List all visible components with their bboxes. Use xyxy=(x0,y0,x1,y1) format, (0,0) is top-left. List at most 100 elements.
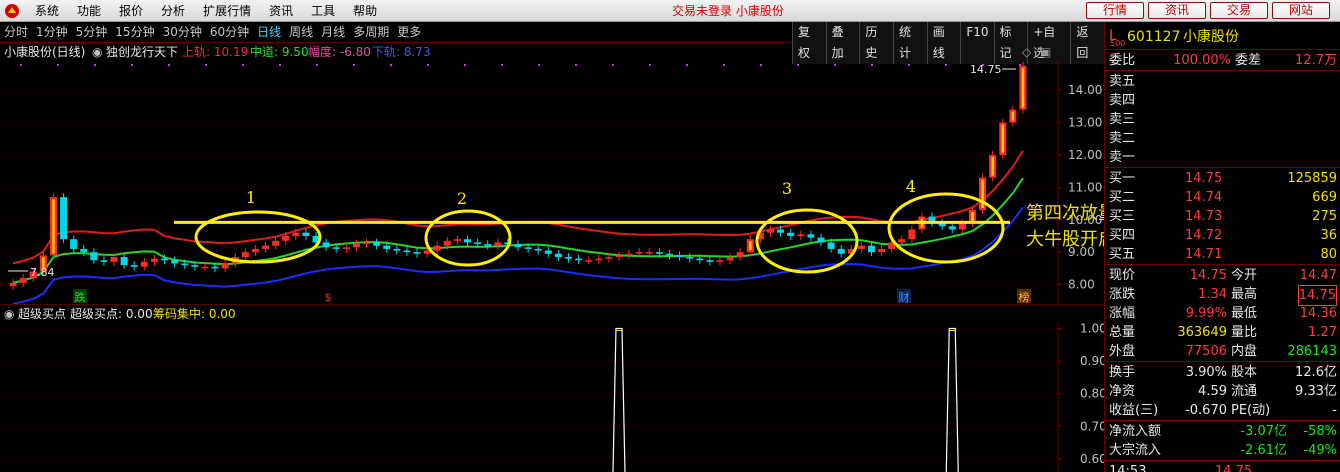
y-tick-label: 8.00 xyxy=(1068,278,1095,292)
bid-row[interactable]: 买四 14.72 36 xyxy=(1105,226,1340,245)
candle-body xyxy=(373,242,381,246)
menu-item-quote[interactable]: 报价 xyxy=(110,0,152,22)
tab-30min[interactable]: 30分钟 xyxy=(159,22,206,43)
sub-y-tick-label: 0.70 xyxy=(1080,419,1104,433)
bid-row[interactable]: 买三 14.73 275 xyxy=(1105,207,1340,226)
signal-dot xyxy=(464,64,466,66)
y-tick-label: 14.00 xyxy=(1068,83,1102,97)
money-flow-row: 净流入额 -3.07亿 -58% xyxy=(1105,422,1340,441)
quotes-button[interactable]: 行情 xyxy=(1086,2,1144,19)
sub-y-tick-label: 0.60 xyxy=(1080,452,1104,466)
tab-5min[interactable]: 5分钟 xyxy=(72,22,112,43)
fund-label: 净资 xyxy=(1109,384,1136,399)
signal-dot xyxy=(723,64,725,66)
fund-value: 4.59 xyxy=(1198,384,1227,399)
ask-label: 卖五 xyxy=(1109,74,1136,89)
candle-body xyxy=(534,248,542,251)
tab-more[interactable]: 更多 xyxy=(393,22,425,43)
candle-body xyxy=(453,239,461,241)
bid-label: 买五 xyxy=(1109,247,1136,262)
candle-body xyxy=(878,248,886,253)
y-tick-label: 10.00 xyxy=(1068,213,1102,227)
sub-indicator-name[interactable]: 超级买点 xyxy=(18,305,66,323)
bid-row[interactable]: 买一 14.75 125859 xyxy=(1105,169,1340,188)
event-marker[interactable]: 财 xyxy=(899,290,910,304)
stat-value: 9.99% xyxy=(1185,306,1227,321)
ask-row[interactable]: 卖三 xyxy=(1105,110,1340,129)
test-circle[interactable] xyxy=(194,210,322,264)
candle-body xyxy=(908,229,916,240)
sub-y-tick-label: 0.90 xyxy=(1080,354,1104,368)
signal-dot xyxy=(427,64,429,66)
sub-collapse-icon[interactable]: ◉ xyxy=(4,305,14,323)
bid-row[interactable]: 买五 14.71 80 xyxy=(1105,245,1340,264)
tab-weekly[interactable]: 周线 xyxy=(285,22,317,43)
sub-indicator-header: ◉ 超级买点 超级买点: 0.00 筹码集中: 0.00 xyxy=(0,304,1104,322)
candle-body xyxy=(645,252,653,254)
ask-row[interactable]: 卖五 xyxy=(1105,72,1340,91)
candle-body xyxy=(797,234,805,236)
test-circle[interactable] xyxy=(887,192,1005,264)
signal-dot xyxy=(686,64,688,66)
volume-highlight xyxy=(1001,124,1004,153)
tab-daily[interactable]: 日线 xyxy=(253,22,285,43)
sub-indicator-chart[interactable]: 1.00 0.90 0.80 0.70 0.60 xyxy=(0,322,1104,472)
candle-body xyxy=(655,252,663,254)
diamond-icon[interactable]: ◇ xyxy=(1022,43,1031,61)
candle-body xyxy=(635,252,643,254)
window-icon[interactable]: ▣ xyxy=(1040,43,1051,61)
menu-item-help[interactable]: 帮助 xyxy=(344,0,386,22)
news-button[interactable]: 资讯 xyxy=(1148,2,1206,19)
tab-15min[interactable]: 15分钟 xyxy=(111,22,158,43)
ask-label: 卖四 xyxy=(1109,93,1136,108)
menu-item-analysis[interactable]: 分析 xyxy=(152,0,194,22)
volume-highlight xyxy=(1021,67,1025,108)
fund-value: -0.670 xyxy=(1185,403,1227,418)
fund-value: 3.90% xyxy=(1185,365,1227,380)
candle-body xyxy=(706,260,714,262)
menu-item-extended-quotes[interactable]: 扩展行情 xyxy=(194,0,260,22)
stat-value: 1.27 xyxy=(1308,325,1337,340)
menu-item-info[interactable]: 资讯 xyxy=(260,0,302,22)
candle-body xyxy=(90,252,98,261)
signal-dot xyxy=(575,64,577,66)
sub-y-tick-label: 0.80 xyxy=(1080,387,1104,401)
indicator-name[interactable]: 独创龙行天下 xyxy=(106,43,178,61)
event-marker[interactable]: $ xyxy=(325,291,332,304)
bid-label: 买四 xyxy=(1109,228,1136,243)
menu-item-system[interactable]: 系统 xyxy=(26,0,68,22)
candle-body xyxy=(19,278,27,283)
tab-multi-period[interactable]: 多周期 xyxy=(349,22,393,43)
stat-value: 363649 xyxy=(1177,325,1227,340)
stat-label: 今开 xyxy=(1231,268,1258,283)
event-marker[interactable]: 跌 xyxy=(75,290,86,304)
tab-60min[interactable]: 60分钟 xyxy=(206,22,253,43)
stock-name: 小康股份 xyxy=(1183,29,1239,45)
tab-monthly[interactable]: 月线 xyxy=(317,22,349,43)
candle-body xyxy=(554,253,562,258)
signal-dot xyxy=(501,64,503,66)
website-button[interactable]: 网站 xyxy=(1272,2,1330,19)
candle-body xyxy=(807,234,815,238)
signal-dot xyxy=(945,64,947,66)
main-kline-chart[interactable]: 1234第四次放量站上红线大牛股开启14.757.84跌$财榜 14.0013.… xyxy=(0,61,1104,304)
ask-row[interactable]: 卖四 xyxy=(1105,91,1340,110)
bid-row[interactable]: 买二 14.74 669 xyxy=(1105,188,1340,207)
candle-body xyxy=(322,242,330,248)
ask-row[interactable]: 卖一 xyxy=(1105,148,1340,167)
tab-1min[interactable]: 1分钟 xyxy=(32,22,72,43)
trade-button[interactable]: 交易 xyxy=(1210,2,1268,19)
tab-intraday[interactable]: 分时 xyxy=(0,22,32,43)
collapse-icon[interactable]: ◉ xyxy=(92,43,102,61)
bid-label: 买三 xyxy=(1109,209,1136,224)
event-marker[interactable]: 榜 xyxy=(1019,290,1030,304)
ask-row[interactable]: 卖二 xyxy=(1105,129,1340,148)
candle-body xyxy=(898,239,906,243)
bid-volume: 669 xyxy=(1312,190,1337,205)
candle-body xyxy=(736,252,744,258)
test-circle[interactable] xyxy=(755,208,859,274)
menu-item-function[interactable]: 功能 xyxy=(68,0,110,22)
menu-item-tools[interactable]: 工具 xyxy=(302,0,344,22)
candle-body xyxy=(726,257,734,261)
login-status: 交易未登录 小康股份 xyxy=(672,4,784,18)
